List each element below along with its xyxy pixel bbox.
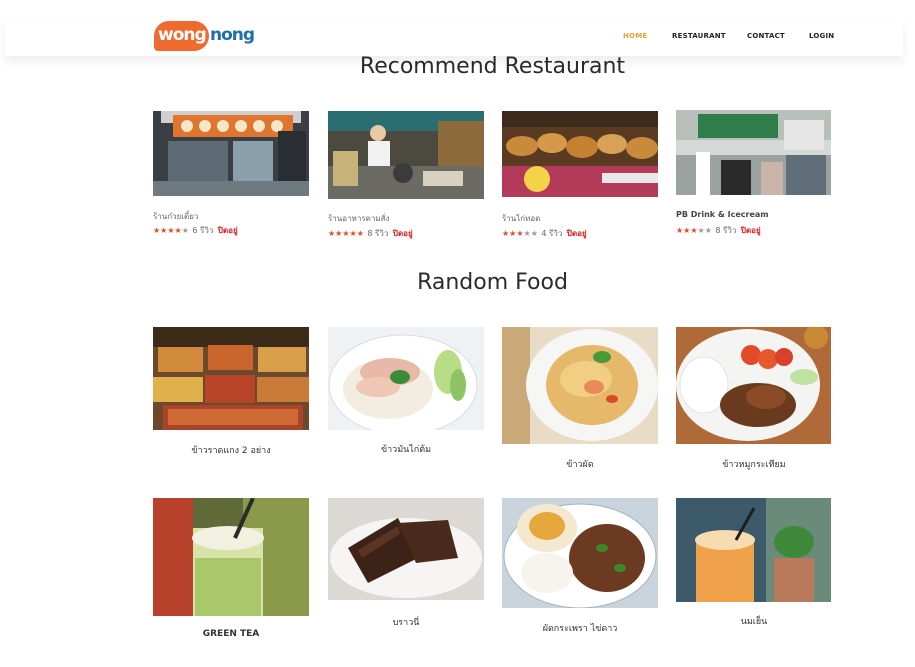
restaurant-rating: ★★★★★ 4 รีวิว ปิดอยู่ — [502, 227, 587, 238]
food-name[interactable]: ข้าวราดแกง 2 อย่าง — [153, 443, 309, 457]
restaurant-name[interactable]: PB Drink & Icecream — [676, 210, 769, 219]
food-image-green-tea[interactable] — [153, 498, 309, 616]
random-food-title: Random Food — [417, 270, 568, 295]
star-icon: ★ — [516, 229, 524, 238]
star-icon: ★ — [349, 229, 357, 238]
review-count: 4 รีวิว — [541, 229, 563, 238]
food-name[interactable]: นมเย็น — [676, 614, 832, 628]
restaurant-image-made-to-order[interactable] — [328, 111, 484, 199]
star-icon: ★ — [530, 229, 538, 238]
restaurant-name[interactable]: ร้านไก่ทอด — [502, 212, 540, 225]
site-header: wong nong HOME RESTAURANT CONTACT LOGIN — [5, 18, 903, 56]
restaurant-rating: ★★★★★ 6 รีวิว ปิดอยู่ — [153, 224, 238, 235]
recommend-title: Recommend Restaurant — [359, 54, 626, 79]
restaurant-name[interactable]: ร้านก๋วยเตี๋ยว — [153, 210, 198, 223]
restaurant-name[interactable]: ร้านอาหารตามสั่ง — [328, 212, 389, 225]
restaurant-image-pb-drink[interactable] — [676, 110, 831, 195]
star-icon: ★ — [342, 229, 350, 238]
food-name[interactable]: ข้าวผัด — [502, 457, 658, 471]
review-count: 8 รีวิว — [715, 226, 737, 235]
restaurant-rating: ★★★★★ 8 รีวิว ปิดอยู่ — [676, 224, 761, 235]
food-image-fried-rice[interactable] — [502, 327, 658, 444]
star-icon: ★ — [167, 226, 175, 235]
restaurant-image-fried-chicken[interactable] — [502, 111, 658, 197]
restaurant-image-noodle-shop[interactable] — [153, 111, 309, 196]
nav-home[interactable]: HOME — [623, 32, 647, 40]
food-image-basil-pork-egg[interactable] — [502, 498, 658, 608]
food-image-iced-milk[interactable] — [676, 498, 831, 602]
main-nav: HOME RESTAURANT CONTACT LOGIN — [5, 32, 903, 44]
star-icon: ★ — [523, 229, 531, 238]
star-icon: ★ — [174, 226, 182, 235]
star-icon: ★ — [697, 226, 705, 235]
star-icon: ★ — [704, 226, 712, 235]
food-name[interactable]: GREEN TEA — [153, 629, 309, 639]
food-name[interactable]: บราวนี่ — [328, 615, 484, 629]
star-icon: ★ — [690, 226, 698, 235]
restaurant-rating: ★★★★★ 8 รีวิว ปิดอยู่ — [328, 227, 413, 238]
food-name[interactable]: ข้าวหมูกระเทียม — [676, 457, 832, 471]
food-image-curry-rice[interactable] — [153, 327, 309, 430]
nav-restaurant[interactable]: RESTAURANT — [672, 32, 726, 40]
star-icon: ★ — [356, 229, 364, 238]
food-name[interactable]: ผัดกระเพรา ไข่ดาว — [502, 621, 658, 635]
star-icon: ★ — [181, 226, 189, 235]
nav-login[interactable]: LOGIN — [809, 32, 834, 40]
nav-contact[interactable]: CONTACT — [747, 32, 785, 40]
food-image-brownie[interactable] — [328, 498, 484, 600]
open-status: ปิดอยู่ — [566, 229, 587, 238]
food-image-chicken-rice[interactable] — [328, 327, 484, 430]
food-name[interactable]: ข้าวมันไก่ต้ม — [328, 442, 484, 456]
review-count: 8 รีวิว — [367, 229, 389, 238]
open-status: ปิดอยู่ — [392, 229, 413, 238]
food-image-garlic-pork[interactable] — [676, 327, 831, 444]
open-status: ปิดอยู่ — [217, 226, 238, 235]
open-status: ปิดอยู่ — [740, 226, 761, 235]
review-count: 6 รีวิว — [192, 226, 214, 235]
